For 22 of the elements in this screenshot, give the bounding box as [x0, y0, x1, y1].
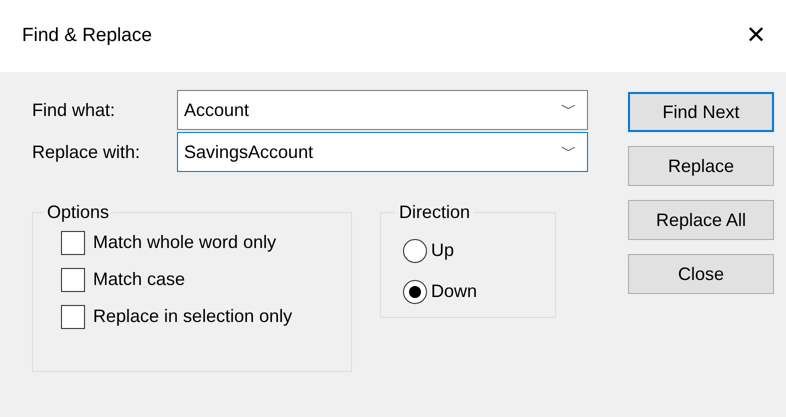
- dialog-button[interactable]: Find Next: [628, 92, 774, 132]
- dropdown-arrow[interactable]: ﹀: [561, 140, 581, 164]
- window-title: Find & Replace: [22, 24, 152, 48]
- field-label: Find what:: [32, 98, 116, 122]
- combo-box[interactable]: Account ﹀: [177, 90, 588, 130]
- combo-box[interactable]: SavingsAccount ﹀: [177, 132, 588, 172]
- checkbox-label[interactable]: Replace in selection only: [93, 303, 292, 330]
- radio-label[interactable]: Down: [431, 278, 478, 305]
- radio-button[interactable]: [403, 238, 427, 262]
- dialog-button[interactable]: Replace All: [628, 200, 774, 240]
- field-label: Replace with:: [32, 140, 142, 164]
- checkbox-label[interactable]: Match whole word only: [93, 229, 276, 256]
- radio-label[interactable]: Up: [431, 237, 454, 264]
- checkbox[interactable]: [61, 268, 85, 292]
- checkbox[interactable]: [61, 230, 85, 254]
- close-button[interactable]: ✕: [736, 16, 776, 56]
- dropdown-arrow[interactable]: ﹀: [561, 98, 581, 122]
- checkbox[interactable]: [61, 304, 85, 328]
- checkbox-label[interactable]: Match case: [93, 266, 186, 293]
- dialog-button[interactable]: Close: [628, 254, 774, 294]
- dialog-button[interactable]: Replace: [628, 146, 774, 186]
- radio-button[interactable]: [403, 280, 427, 304]
